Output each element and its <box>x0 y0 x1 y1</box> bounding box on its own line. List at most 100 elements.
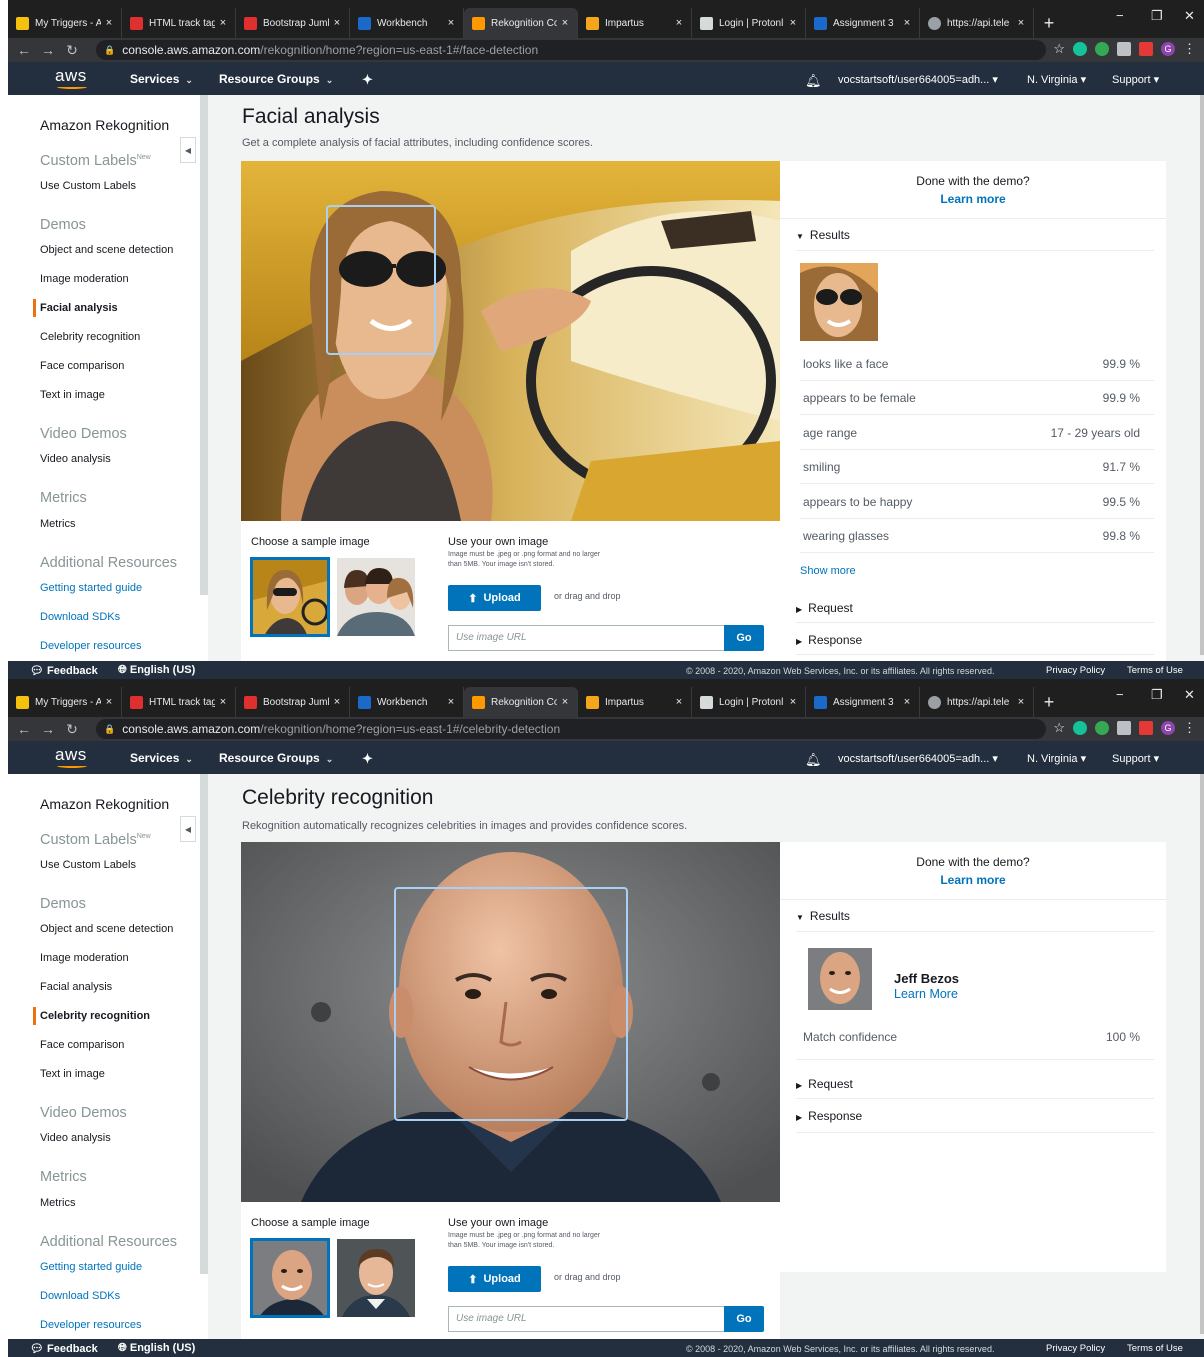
sample-thumbnail[interactable] <box>337 1239 415 1317</box>
forward-arrow-icon[interactable]: → <box>36 721 60 737</box>
sample-thumbnail-selected[interactable] <box>250 557 330 637</box>
sidebar-item-video-analysis[interactable]: Video analysis <box>40 1132 111 1144</box>
grammarly-icon[interactable] <box>1073 42 1087 56</box>
sidebar-scrollbar[interactable] <box>200 95 208 595</box>
tab-close-icon[interactable]: × <box>899 696 915 708</box>
collapse-sidebar-button[interactable]: ◀ <box>180 816 196 842</box>
tab-close-icon[interactable]: × <box>1013 17 1029 29</box>
response-section-toggle[interactable]: ▶ Response <box>796 633 862 647</box>
page-scrollbar[interactable] <box>1200 95 1204 655</box>
terms-of-use-link[interactable]: Terms of Use <box>1127 1343 1183 1354</box>
sidebar-item-text-in-image[interactable]: Text in image <box>40 1068 105 1080</box>
learn-more-link[interactable]: Learn more <box>780 873 1166 887</box>
window-close-icon[interactable]: ✕ <box>1184 687 1195 703</box>
browser-tab[interactable]: https://api.tele × <box>920 8 1034 38</box>
upload-button[interactable]: ⬆ Upload <box>448 585 541 611</box>
browser-tab[interactable]: Workbench × <box>350 8 464 38</box>
tab-close-icon[interactable]: × <box>215 696 231 708</box>
sidebar-item-metrics[interactable]: Metrics <box>40 1197 75 1209</box>
tab-close-icon[interactable]: × <box>1013 696 1029 708</box>
sidebar-item-celebrity-recognition[interactable]: Celebrity recognition <box>40 1010 150 1022</box>
request-section-toggle[interactable]: ▶ Request <box>796 601 853 615</box>
extension-icon[interactable] <box>1095 42 1109 56</box>
account-menu[interactable]: vocstartsoft/user664005=adh... ▾ <box>838 752 998 765</box>
results-section-toggle[interactable]: ▼ Results <box>796 228 850 242</box>
sidebar-item-use-custom-labels[interactable]: Use Custom Labels <box>40 180 136 192</box>
sidebar-link-getting-started[interactable]: Getting started guide <box>40 582 142 594</box>
sidebar-item-object-scene[interactable]: Object and scene detection <box>40 923 173 935</box>
back-arrow-icon[interactable]: ← <box>12 721 36 737</box>
tab-close-icon[interactable]: × <box>557 17 573 29</box>
sidebar-link-download-sdks[interactable]: Download SDKs <box>40 1290 120 1302</box>
minimize-icon[interactable]: − <box>1116 687 1124 702</box>
tab-close-icon[interactable]: × <box>329 17 345 29</box>
pin-icon[interactable]: ✦ <box>362 72 373 88</box>
profile-avatar[interactable]: G <box>1161 721 1175 735</box>
collapse-sidebar-button[interactable]: ◀ <box>180 137 196 163</box>
new-tab-button[interactable]: + <box>1034 8 1064 38</box>
tab-close-icon[interactable]: × <box>101 17 117 29</box>
sidebar-item-face-comparison[interactable]: Face comparison <box>40 1039 124 1051</box>
tab-close-icon[interactable]: × <box>899 17 915 29</box>
sidebar-item-facial-analysis[interactable]: Facial analysis <box>40 302 118 314</box>
sidebar-item-face-comparison[interactable]: Face comparison <box>40 360 124 372</box>
extension-icon[interactable] <box>1117 721 1131 735</box>
pin-icon[interactable]: ✦ <box>362 751 373 767</box>
browser-tab[interactable]: Login | Protonl × <box>692 8 806 38</box>
reload-icon[interactable]: ↻ <box>60 42 84 59</box>
tab-close-icon[interactable]: × <box>329 696 345 708</box>
page-scrollbar[interactable] <box>1200 774 1204 1334</box>
browser-tab-active[interactable]: Rekognition Co × <box>464 8 578 38</box>
browser-tab[interactable]: Login | Protonl × <box>692 687 806 717</box>
sidebar-link-download-sdks[interactable]: Download SDKs <box>40 611 120 623</box>
services-menu[interactable]: Services ⌄ <box>130 751 193 765</box>
browser-tab[interactable]: My Triggers - A × <box>8 687 122 717</box>
tab-close-icon[interactable]: × <box>557 696 573 708</box>
tab-close-icon[interactable]: × <box>443 17 459 29</box>
browser-tab[interactable]: Assignment 3 × <box>806 8 920 38</box>
sidebar-item-video-analysis[interactable]: Video analysis <box>40 453 111 465</box>
sidebar-scrollbar[interactable] <box>200 774 208 1274</box>
privacy-policy-link[interactable]: Privacy Policy <box>1046 1343 1105 1354</box>
browser-tab[interactable]: My Triggers - A × <box>8 8 122 38</box>
privacy-policy-link[interactable]: Privacy Policy <box>1046 665 1105 676</box>
results-section-toggle[interactable]: ▼ Results <box>796 909 850 923</box>
tab-close-icon[interactable]: × <box>671 17 687 29</box>
response-section-toggle[interactable]: ▶ Response <box>796 1109 862 1123</box>
show-more-link[interactable]: Show more <box>800 565 856 577</box>
window-close-icon[interactable]: ✕ <box>1184 8 1195 24</box>
image-url-input[interactable]: Use image URL <box>448 1306 725 1332</box>
bookmark-star-icon[interactable]: ☆ <box>1053 41 1065 57</box>
region-menu[interactable]: N. Virginia ▾ <box>1027 752 1086 765</box>
celebrity-learn-more-link[interactable]: Learn More <box>894 987 958 1001</box>
profile-avatar[interactable]: G <box>1161 42 1175 56</box>
tab-close-icon[interactable]: × <box>671 696 687 708</box>
image-url-input[interactable]: Use image URL <box>448 625 725 651</box>
learn-more-link[interactable]: Learn more <box>780 192 1166 206</box>
browser-tab-active[interactable]: Rekognition Co × <box>464 687 578 717</box>
support-menu[interactable]: Support ▾ <box>1112 73 1159 86</box>
tab-close-icon[interactable]: × <box>443 696 459 708</box>
browser-menu-icon[interactable]: ⋮ <box>1183 720 1196 736</box>
terms-of-use-link[interactable]: Terms of Use <box>1127 665 1183 676</box>
sidebar-item-image-moderation[interactable]: Image moderation <box>40 952 129 964</box>
tab-close-icon[interactable]: × <box>785 696 801 708</box>
sidebar-item-celebrity-recognition[interactable]: Celebrity recognition <box>40 331 140 343</box>
extension-icon[interactable] <box>1139 721 1153 735</box>
browser-tab[interactable]: Bootstrap Jumb × <box>236 8 350 38</box>
support-menu[interactable]: Support ▾ <box>1112 752 1159 765</box>
new-tab-button[interactable]: + <box>1034 687 1064 717</box>
sidebar-item-use-custom-labels[interactable]: Use Custom Labels <box>40 859 136 871</box>
minimize-icon[interactable]: − <box>1116 8 1124 23</box>
sidebar-item-image-moderation[interactable]: Image moderation <box>40 273 129 285</box>
browser-tab[interactable]: Assignment 3 × <box>806 687 920 717</box>
language-selector[interactable]: 🌐︎ English (US) <box>118 1342 195 1355</box>
upload-button[interactable]: ⬆ Upload <box>448 1266 541 1292</box>
aws-logo[interactable]: aws <box>55 66 87 86</box>
sidebar-title[interactable]: Amazon Rekognition <box>40 796 169 812</box>
language-selector[interactable]: 🌐︎ English (US) <box>118 664 195 677</box>
sample-thumbnail-selected[interactable] <box>250 1238 330 1318</box>
url-input[interactable]: 🔒 console.aws.amazon.com/rekognition/home… <box>96 719 1046 739</box>
sidebar-title[interactable]: Amazon Rekognition <box>40 117 169 133</box>
sidebar-item-text-in-image[interactable]: Text in image <box>40 389 105 401</box>
